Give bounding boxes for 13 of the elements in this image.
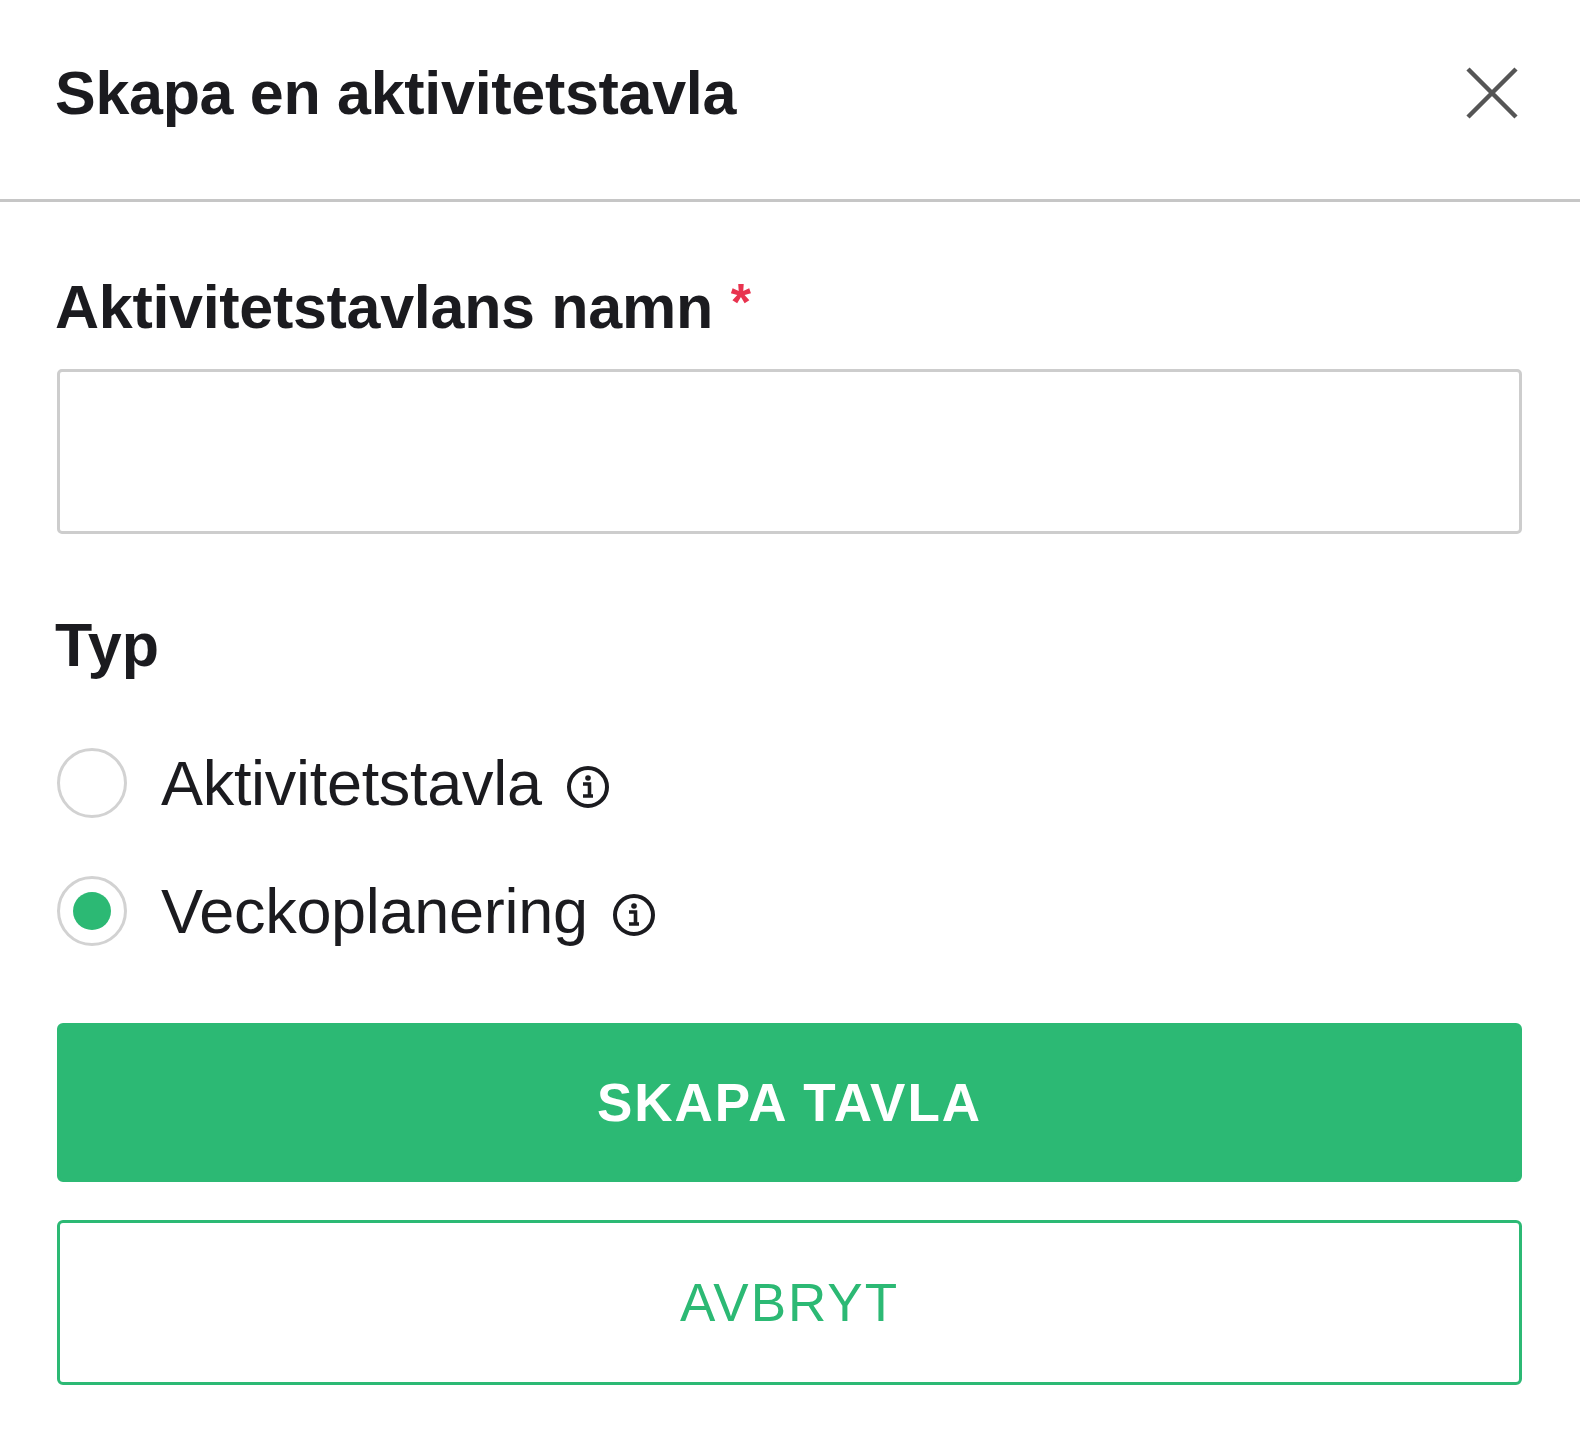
close-button[interactable] — [1465, 65, 1519, 120]
info-icon[interactable] — [611, 893, 656, 937]
close-icon — [1465, 65, 1519, 120]
name-input-field[interactable] — [57, 369, 1522, 534]
group-label: Typ — [55, 610, 160, 680]
create-button[interactable]: SKAPA TAVLA — [57, 1023, 1522, 1182]
info-icon[interactable] — [565, 765, 610, 809]
option-label: Aktivitetstavla — [161, 747, 542, 820]
cancel-button[interactable]: AVBRYT — [57, 1220, 1522, 1385]
dialog-title: Skapa en aktivitetstavla — [55, 57, 737, 128]
required-asterisk: * — [730, 272, 751, 332]
option-label: Veckoplanering — [161, 875, 588, 948]
field-label: Aktivitetstavlans namn — [55, 272, 713, 342]
